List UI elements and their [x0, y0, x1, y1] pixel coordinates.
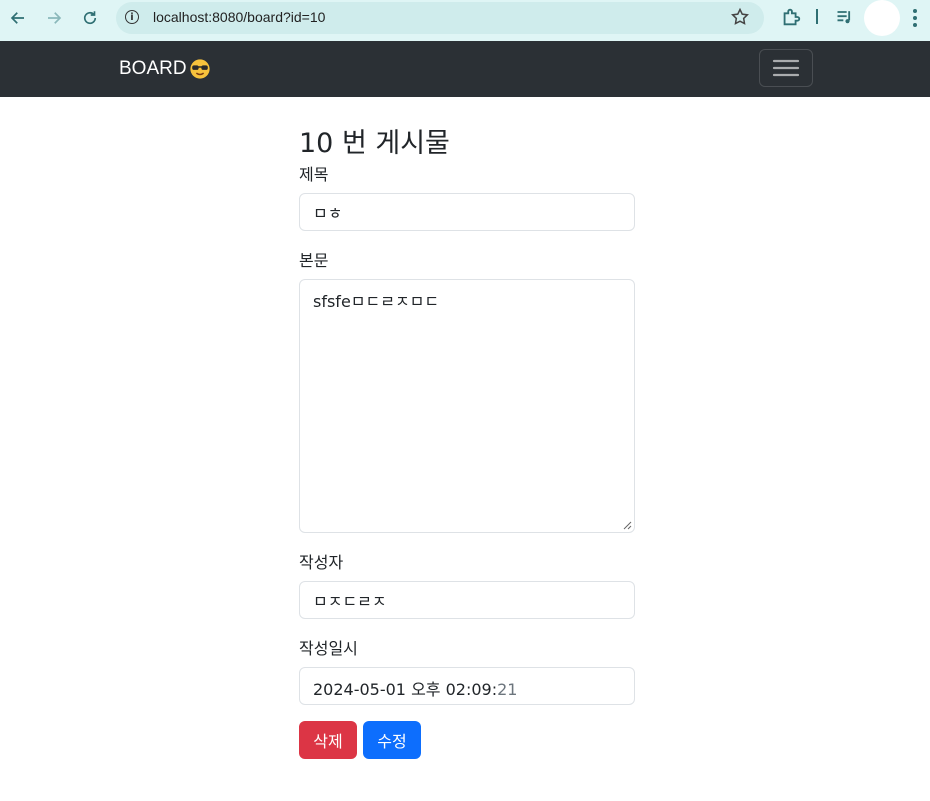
browser-toolbar: i localhost:8080/board?id=10 — [0, 0, 930, 41]
browser-menu-icon[interactable] — [908, 8, 922, 28]
content-label: 본문 — [299, 251, 329, 270]
toolbar-divider — [816, 9, 818, 24]
brand-text[interactable]: BOARD — [119, 58, 187, 80]
page-title: 10 번 게시물 — [299, 128, 450, 159]
address-url[interactable]: localhost:8080/board?id=10 — [153, 9, 325, 25]
reload-icon[interactable] — [78, 6, 102, 30]
bookmark-star-icon[interactable] — [730, 7, 750, 27]
content-textarea[interactable]: sfsfeㅁㄷㄹㅈㅁㄷ — [299, 279, 635, 533]
edit-button[interactable]: 수정 — [363, 721, 421, 759]
brand-link[interactable]: BOARD — [119, 58, 211, 80]
back-icon[interactable] — [6, 6, 30, 30]
title-input[interactable] — [299, 193, 635, 231]
date-value: 2024-05-01 오후 02:09: — [313, 680, 498, 699]
author-input[interactable] — [299, 581, 635, 619]
profile-avatar[interactable] — [864, 0, 900, 36]
site-info-icon[interactable]: i — [125, 10, 139, 24]
date-seconds: 21 — [497, 680, 518, 699]
media-control-icon[interactable] — [834, 7, 856, 27]
delete-button[interactable]: 삭제 — [299, 721, 357, 759]
date-label: 작성일시 — [299, 639, 358, 658]
author-label: 작성자 — [299, 553, 344, 572]
address-bar[interactable]: i localhost:8080/board?id=10 — [116, 2, 764, 34]
resize-handle-icon[interactable] — [623, 521, 632, 530]
title-label: 제목 — [299, 165, 329, 184]
app-navbar: BOARD — [0, 41, 930, 97]
hamburger-menu-icon — [772, 59, 800, 77]
date-field[interactable]: 2024-05-01 오후 02:09:21 — [299, 667, 635, 705]
content-text: sfsfeㅁㄷㄹㅈㅁㄷ — [313, 292, 440, 311]
forward-icon[interactable] — [42, 6, 66, 30]
sunglasses-emoji-icon — [189, 59, 210, 79]
navbar-toggler-button[interactable] — [759, 49, 813, 87]
extensions-icon[interactable] — [780, 6, 802, 28]
